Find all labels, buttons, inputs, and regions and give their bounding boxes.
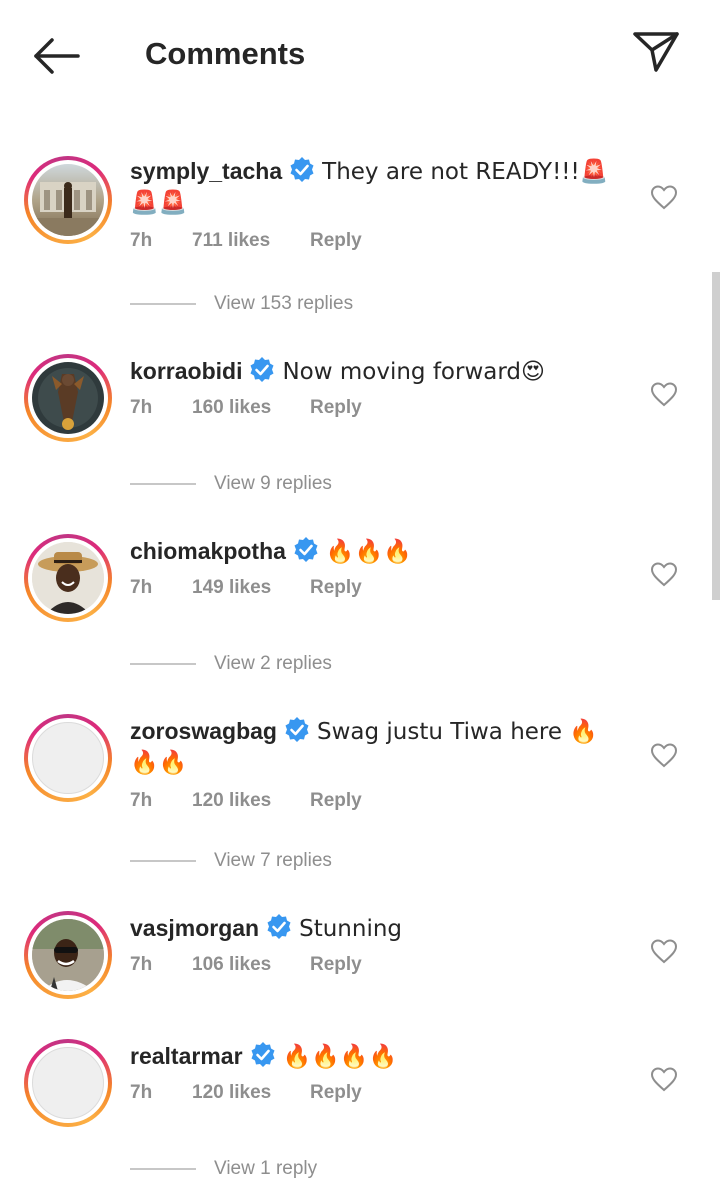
view-replies-label: View 153 replies [214, 293, 354, 314]
username[interactable]: korraobidi [130, 358, 242, 384]
comment-text: Now moving forward😍 [282, 359, 545, 385]
username[interactable]: realtarmar [130, 1043, 243, 1069]
view-replies-label: View 7 replies [214, 850, 332, 871]
likes-count[interactable]: 160 likes [192, 397, 310, 419]
view-replies-button[interactable]: View 153 replies [130, 293, 353, 315]
verified-badge-icon [250, 357, 274, 382]
reply-button[interactable]: Reply [310, 397, 362, 419]
likes-count[interactable]: 711 likes [192, 230, 310, 252]
scrollbar[interactable] [712, 272, 720, 600]
comment-time: 7h [130, 230, 153, 251]
comment-text: Stunning [299, 916, 403, 942]
comment-time: 7h [130, 790, 153, 811]
avatar[interactable] [24, 354, 112, 442]
heart-icon[interactable] [650, 742, 678, 768]
arrow-left-icon [34, 38, 80, 74]
avatar[interactable] [24, 1039, 112, 1127]
reply-button[interactable]: Reply [310, 790, 362, 812]
username[interactable]: vasjmorgan [130, 915, 259, 941]
likes-count[interactable]: 120 likes [192, 1082, 310, 1104]
username[interactable]: zoroswagbag [130, 718, 277, 744]
avatar[interactable] [24, 534, 112, 622]
verified-badge-icon [251, 1042, 275, 1067]
share-button[interactable] [630, 28, 682, 76]
reply-button[interactable]: Reply [310, 1082, 362, 1104]
comment-text-line: zoroswagbag Swag justu Tiwa here 🔥🔥🔥 [130, 716, 620, 778]
reply-button[interactable]: Reply [310, 230, 362, 252]
likes-count[interactable]: 106 likes [192, 954, 310, 976]
likes-count[interactable]: 120 likes [192, 790, 310, 812]
avatar[interactable] [24, 911, 112, 999]
view-replies-label: View 9 replies [214, 473, 332, 494]
view-replies-label: View 2 replies [214, 653, 332, 674]
top-bar: Comments [0, 0, 720, 108]
heart-icon[interactable] [650, 1066, 678, 1092]
heart-icon[interactable] [650, 184, 678, 210]
page-title: Comments [145, 36, 306, 71]
reply-button[interactable]: Reply [310, 577, 362, 599]
comment-time: 7h [130, 1082, 153, 1103]
avatar[interactable] [24, 714, 112, 802]
verified-badge-icon [290, 157, 314, 182]
comment-text: 🔥🔥🔥🔥 [282, 1044, 398, 1070]
paper-plane-icon [633, 32, 679, 72]
comment-text: 🔥🔥🔥 [325, 539, 412, 565]
divider-line [130, 860, 196, 862]
view-replies-button[interactable]: View 7 replies [130, 850, 332, 872]
verified-badge-icon [285, 717, 309, 742]
view-replies-button[interactable]: View 1 reply [130, 1158, 317, 1180]
comment-time: 7h [130, 577, 153, 598]
back-button[interactable] [30, 36, 82, 76]
comment-text-line: realtarmar 🔥🔥🔥🔥 [130, 1041, 620, 1072]
view-replies-button[interactable]: View 9 replies [130, 473, 332, 495]
avatar[interactable] [24, 156, 112, 244]
reply-button[interactable]: Reply [310, 954, 362, 976]
heart-icon[interactable] [650, 381, 678, 407]
view-replies-label: View 1 reply [214, 1158, 318, 1179]
heart-icon[interactable] [650, 938, 678, 964]
comment-text-line: chiomakpotha 🔥🔥🔥 [130, 536, 620, 567]
divider-line [130, 483, 196, 485]
comment-time: 7h [130, 954, 153, 975]
comment-text-line: symply_tacha They are not READY!!!🚨🚨🚨 [130, 156, 620, 218]
divider-line [130, 303, 196, 305]
heart-icon[interactable] [650, 561, 678, 587]
divider-line [130, 663, 196, 665]
username[interactable]: chiomakpotha [130, 538, 286, 564]
comment-text-line: vasjmorgan Stunning [130, 913, 620, 944]
comment-text-line: korraobidi Now moving forward😍 [130, 356, 620, 387]
verified-badge-icon [294, 537, 318, 562]
verified-badge-icon [267, 914, 291, 939]
comment-time: 7h [130, 397, 153, 418]
likes-count[interactable]: 149 likes [192, 577, 310, 599]
divider-line [130, 1168, 196, 1170]
username[interactable]: symply_tacha [130, 158, 282, 184]
view-replies-button[interactable]: View 2 replies [130, 653, 332, 675]
